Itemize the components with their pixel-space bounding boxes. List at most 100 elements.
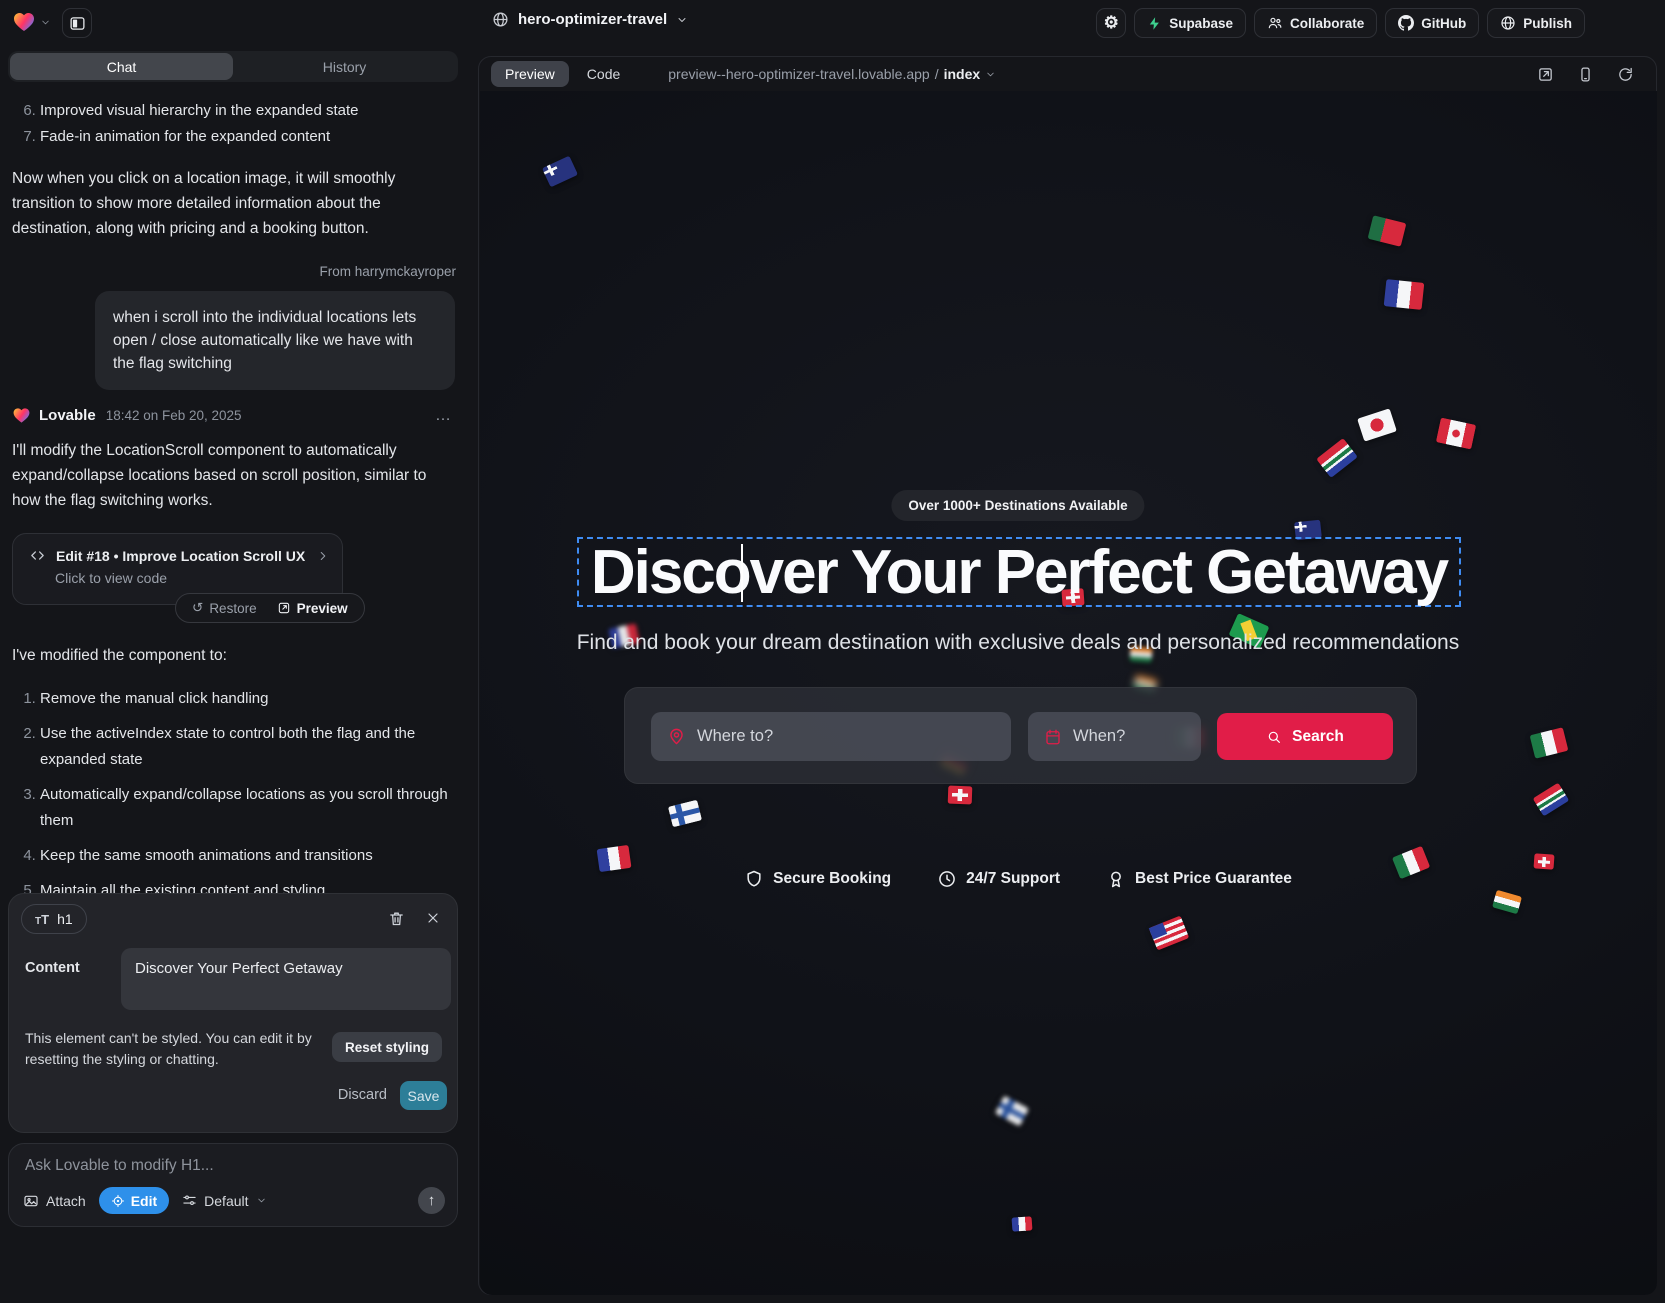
restore-icon: ↺ <box>192 600 203 616</box>
preview-url[interactable]: preview--hero-optimizer-travel.lovable.a… <box>668 66 996 82</box>
publish-button[interactable]: Publish <box>1487 8 1585 38</box>
restore-button[interactable]: ↺ Restore <box>182 600 267 616</box>
discard-button[interactable]: Discard <box>338 1087 387 1103</box>
list-item: Automatically expand/collapse locations … <box>40 782 458 834</box>
chat-sidebar: Chat History Improved visual hierarchy i… <box>0 46 472 1303</box>
settings-button[interactable]: ⚙ <box>1096 8 1126 38</box>
heart-logo-icon <box>12 10 36 34</box>
supabase-icon <box>1147 16 1162 31</box>
location-pin-icon <box>667 727 686 746</box>
assistant-intro: I'll modify the LocationScroll component… <box>12 438 450 513</box>
element-tag: h1 <box>57 911 73 927</box>
target-icon <box>111 1194 125 1208</box>
mode-selector[interactable]: Default <box>182 1193 266 1209</box>
list-item: Keep the same smooth animations and tran… <box>40 843 458 869</box>
globe-icon <box>492 11 509 28</box>
edit-card-title: Edit #18 • Improve Location Scroll UX <box>56 548 305 564</box>
assistant-paragraph: Now when you click on a location image, … <box>12 166 450 241</box>
attach-button[interactable]: Attach <box>23 1193 86 1209</box>
reset-styling-button[interactable]: Reset styling <box>332 1032 442 1062</box>
tab-code[interactable]: Code <box>587 66 620 82</box>
feature-row: Secure Booking 24/7 Support Best Price G… <box>480 869 1556 889</box>
preview-viewport: Over 1000+ Destinations Available Discov… <box>480 91 1657 1295</box>
project-name: hero-optimizer-travel <box>518 11 667 28</box>
content-label: Content <box>25 960 80 976</box>
arrow-up-icon: ↑ <box>428 1192 436 1209</box>
edit-mode-pill[interactable]: Edit <box>99 1187 169 1214</box>
preview-pane: Preview Code preview--hero-optimizer-tra… <box>478 56 1657 1295</box>
chevron-down-icon <box>676 14 688 26</box>
tab-history[interactable]: History <box>233 53 456 80</box>
gear-icon: ⚙ <box>1104 13 1119 33</box>
collaborate-button[interactable]: Collaborate <box>1254 8 1377 38</box>
github-button[interactable]: GitHub <box>1385 8 1479 38</box>
feature-best-price: Best Price Guarantee <box>1106 869 1292 889</box>
list-item: Remove the manual click handling <box>40 686 458 712</box>
assistant-outro: I've modified the component to: <box>12 643 450 668</box>
search-card: Where to? When? Search <box>624 687 1417 784</box>
message-timestamp: 18:42 on Feb 20, 2025 <box>106 408 242 423</box>
sidebar-tabs: Chat History <box>8 51 458 82</box>
text-size-icon: TT <box>35 912 49 927</box>
h1-selection-outline[interactable]: Discover Your Perfect Getaway <box>577 537 1461 607</box>
preview-toolbar: Preview Code preview--hero-optimizer-tra… <box>479 57 1656 91</box>
search-button[interactable]: Search <box>1217 713 1393 760</box>
url-page: index <box>944 66 981 82</box>
hero-subtitle: Find and book your dream destination wit… <box>480 631 1556 655</box>
code-icon <box>29 547 46 564</box>
image-icon <box>23 1193 39 1209</box>
element-editor-panel: TT h1 Content Discover Your Perfect Geta… <box>8 893 458 1133</box>
send-button[interactable]: ↑ <box>418 1187 445 1214</box>
heart-logo-icon <box>12 406 31 425</box>
assistant-previous-list: Improved visual hierarchy in the expande… <box>40 98 460 150</box>
assistant-name: Lovable <box>39 407 96 424</box>
tab-chat[interactable]: Chat <box>10 53 233 80</box>
people-icon <box>1267 15 1283 31</box>
message-menu-button[interactable]: … <box>435 407 452 425</box>
when-input[interactable]: When? <box>1028 712 1201 761</box>
user-message-bubble: when i scroll into the individual locati… <box>95 291 455 390</box>
globe-icon <box>1500 15 1516 31</box>
destinations-badge: Over 1000+ Destinations Available <box>891 490 1144 521</box>
chevron-right-icon <box>316 549 330 563</box>
project-switcher[interactable]: hero-optimizer-travel <box>492 11 688 28</box>
preview-button[interactable]: Preview <box>267 601 358 616</box>
close-icon[interactable] <box>425 910 441 926</box>
panel-left-icon <box>69 15 86 32</box>
calendar-icon <box>1044 728 1062 746</box>
content-field[interactable]: Discover Your Perfect Getaway <box>121 948 451 1010</box>
chevron-down-icon <box>985 69 996 80</box>
shield-icon <box>744 869 764 889</box>
top-bar: hero-optimizer-travel ⚙ Supabase Collabo… <box>0 0 1665 46</box>
text-caret <box>741 544 743 602</box>
tab-preview[interactable]: Preview <box>491 61 569 87</box>
supabase-button[interactable]: Supabase <box>1134 8 1246 38</box>
url-domain: preview--hero-optimizer-travel.lovable.a… <box>668 66 929 82</box>
chevron-down-icon <box>40 17 51 28</box>
list-item: Improved visual hierarchy in the expande… <box>40 98 460 124</box>
feature-secure-booking: Secure Booking <box>744 869 891 889</box>
message-author-label: From harrymckayroper <box>319 264 456 279</box>
list-item: Use the activeIndex state to control bot… <box>40 721 458 773</box>
restore-preview-pill: ↺ Restore Preview <box>175 593 365 623</box>
sidebar-toggle-button[interactable] <box>62 8 92 38</box>
github-icon <box>1398 15 1414 31</box>
ask-lovable-input[interactable] <box>25 1153 435 1179</box>
hero-title[interactable]: Discover Your Perfect Getaway <box>591 537 1447 608</box>
award-icon <box>1106 869 1126 889</box>
assistant-steps-list: Remove the manual click handling Use the… <box>40 686 458 913</box>
open-in-new-tab-icon[interactable] <box>1537 66 1554 83</box>
trash-icon[interactable] <box>388 910 405 927</box>
feature-support: 24/7 Support <box>937 869 1060 889</box>
edit-card-subtitle: Click to view code <box>13 564 342 586</box>
style-note: This element can't be styled. You can ed… <box>25 1028 343 1070</box>
where-to-input[interactable]: Where to? <box>651 712 1011 761</box>
mobile-view-icon[interactable] <box>1577 66 1594 83</box>
assistant-message-header: Lovable 18:42 on Feb 20, 2025 … <box>12 406 452 425</box>
list-item: Fade-in animation for the expanded conte… <box>40 124 460 150</box>
lovable-logo[interactable] <box>12 10 51 34</box>
save-button[interactable]: Save <box>400 1081 447 1110</box>
element-tag-badge[interactable]: TT h1 <box>21 904 87 934</box>
search-icon <box>1266 729 1282 745</box>
refresh-icon[interactable] <box>1617 66 1634 83</box>
